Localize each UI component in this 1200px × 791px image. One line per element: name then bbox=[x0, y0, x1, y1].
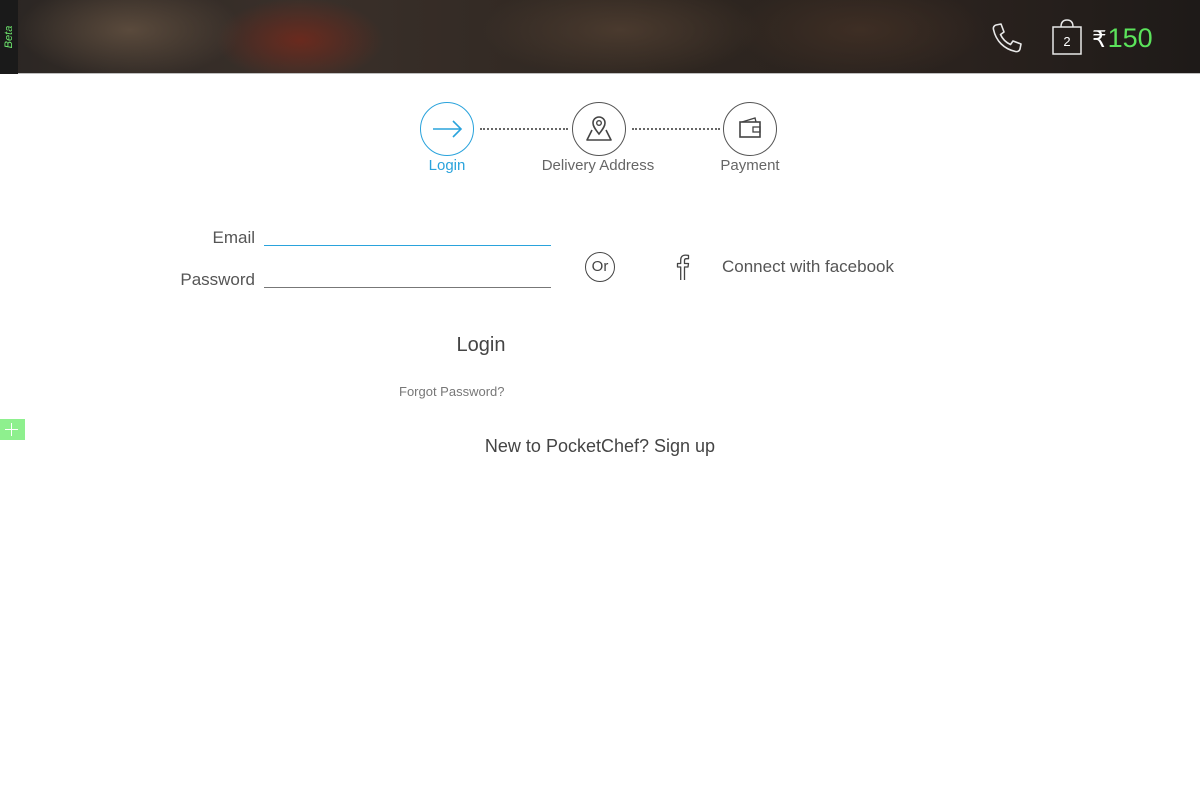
login-button[interactable]: Login bbox=[440, 330, 522, 360]
arrow-right-icon bbox=[432, 119, 462, 138]
password-field[interactable] bbox=[264, 262, 551, 288]
cart-button[interactable]: 2 bbox=[1051, 18, 1083, 56]
step-payment[interactable] bbox=[723, 102, 777, 156]
cart-total-value: 150 bbox=[1107, 23, 1153, 53]
cart-total: ₹150 bbox=[1092, 22, 1153, 54]
step-connector bbox=[632, 128, 720, 130]
phone-icon[interactable] bbox=[990, 21, 1024, 55]
wallet-icon bbox=[738, 116, 761, 138]
side-expand-tab[interactable] bbox=[0, 419, 25, 440]
facebook-icon[interactable] bbox=[672, 252, 692, 282]
password-label: Password bbox=[180, 270, 255, 289]
connect-facebook-link[interactable]: Connect with facebook bbox=[722, 257, 894, 277]
step-login[interactable] bbox=[420, 102, 474, 156]
or-divider: Or bbox=[585, 252, 615, 282]
map-pin-icon bbox=[585, 115, 612, 141]
currency-symbol: ₹ bbox=[1092, 26, 1107, 52]
signup-link[interactable]: New to PocketChef? Sign up bbox=[0, 436, 1200, 457]
step-login-label: Login bbox=[428, 157, 466, 174]
top-header-bar: Beta 2 ₹150 bbox=[0, 0, 1200, 74]
email-label: Email bbox=[212, 228, 255, 247]
step-delivery-address[interactable] bbox=[572, 102, 626, 156]
step-delivery-label: Delivery Address bbox=[541, 157, 655, 174]
cart-count: 2 bbox=[1063, 34, 1071, 49]
step-connector bbox=[480, 128, 568, 130]
beta-label: Beta bbox=[3, 25, 15, 49]
beta-strip: Beta bbox=[0, 0, 18, 74]
email-field[interactable] bbox=[264, 220, 551, 246]
forgot-password-link[interactable]: Forgot Password? bbox=[399, 384, 505, 399]
step-payment-label: Payment bbox=[720, 157, 780, 174]
